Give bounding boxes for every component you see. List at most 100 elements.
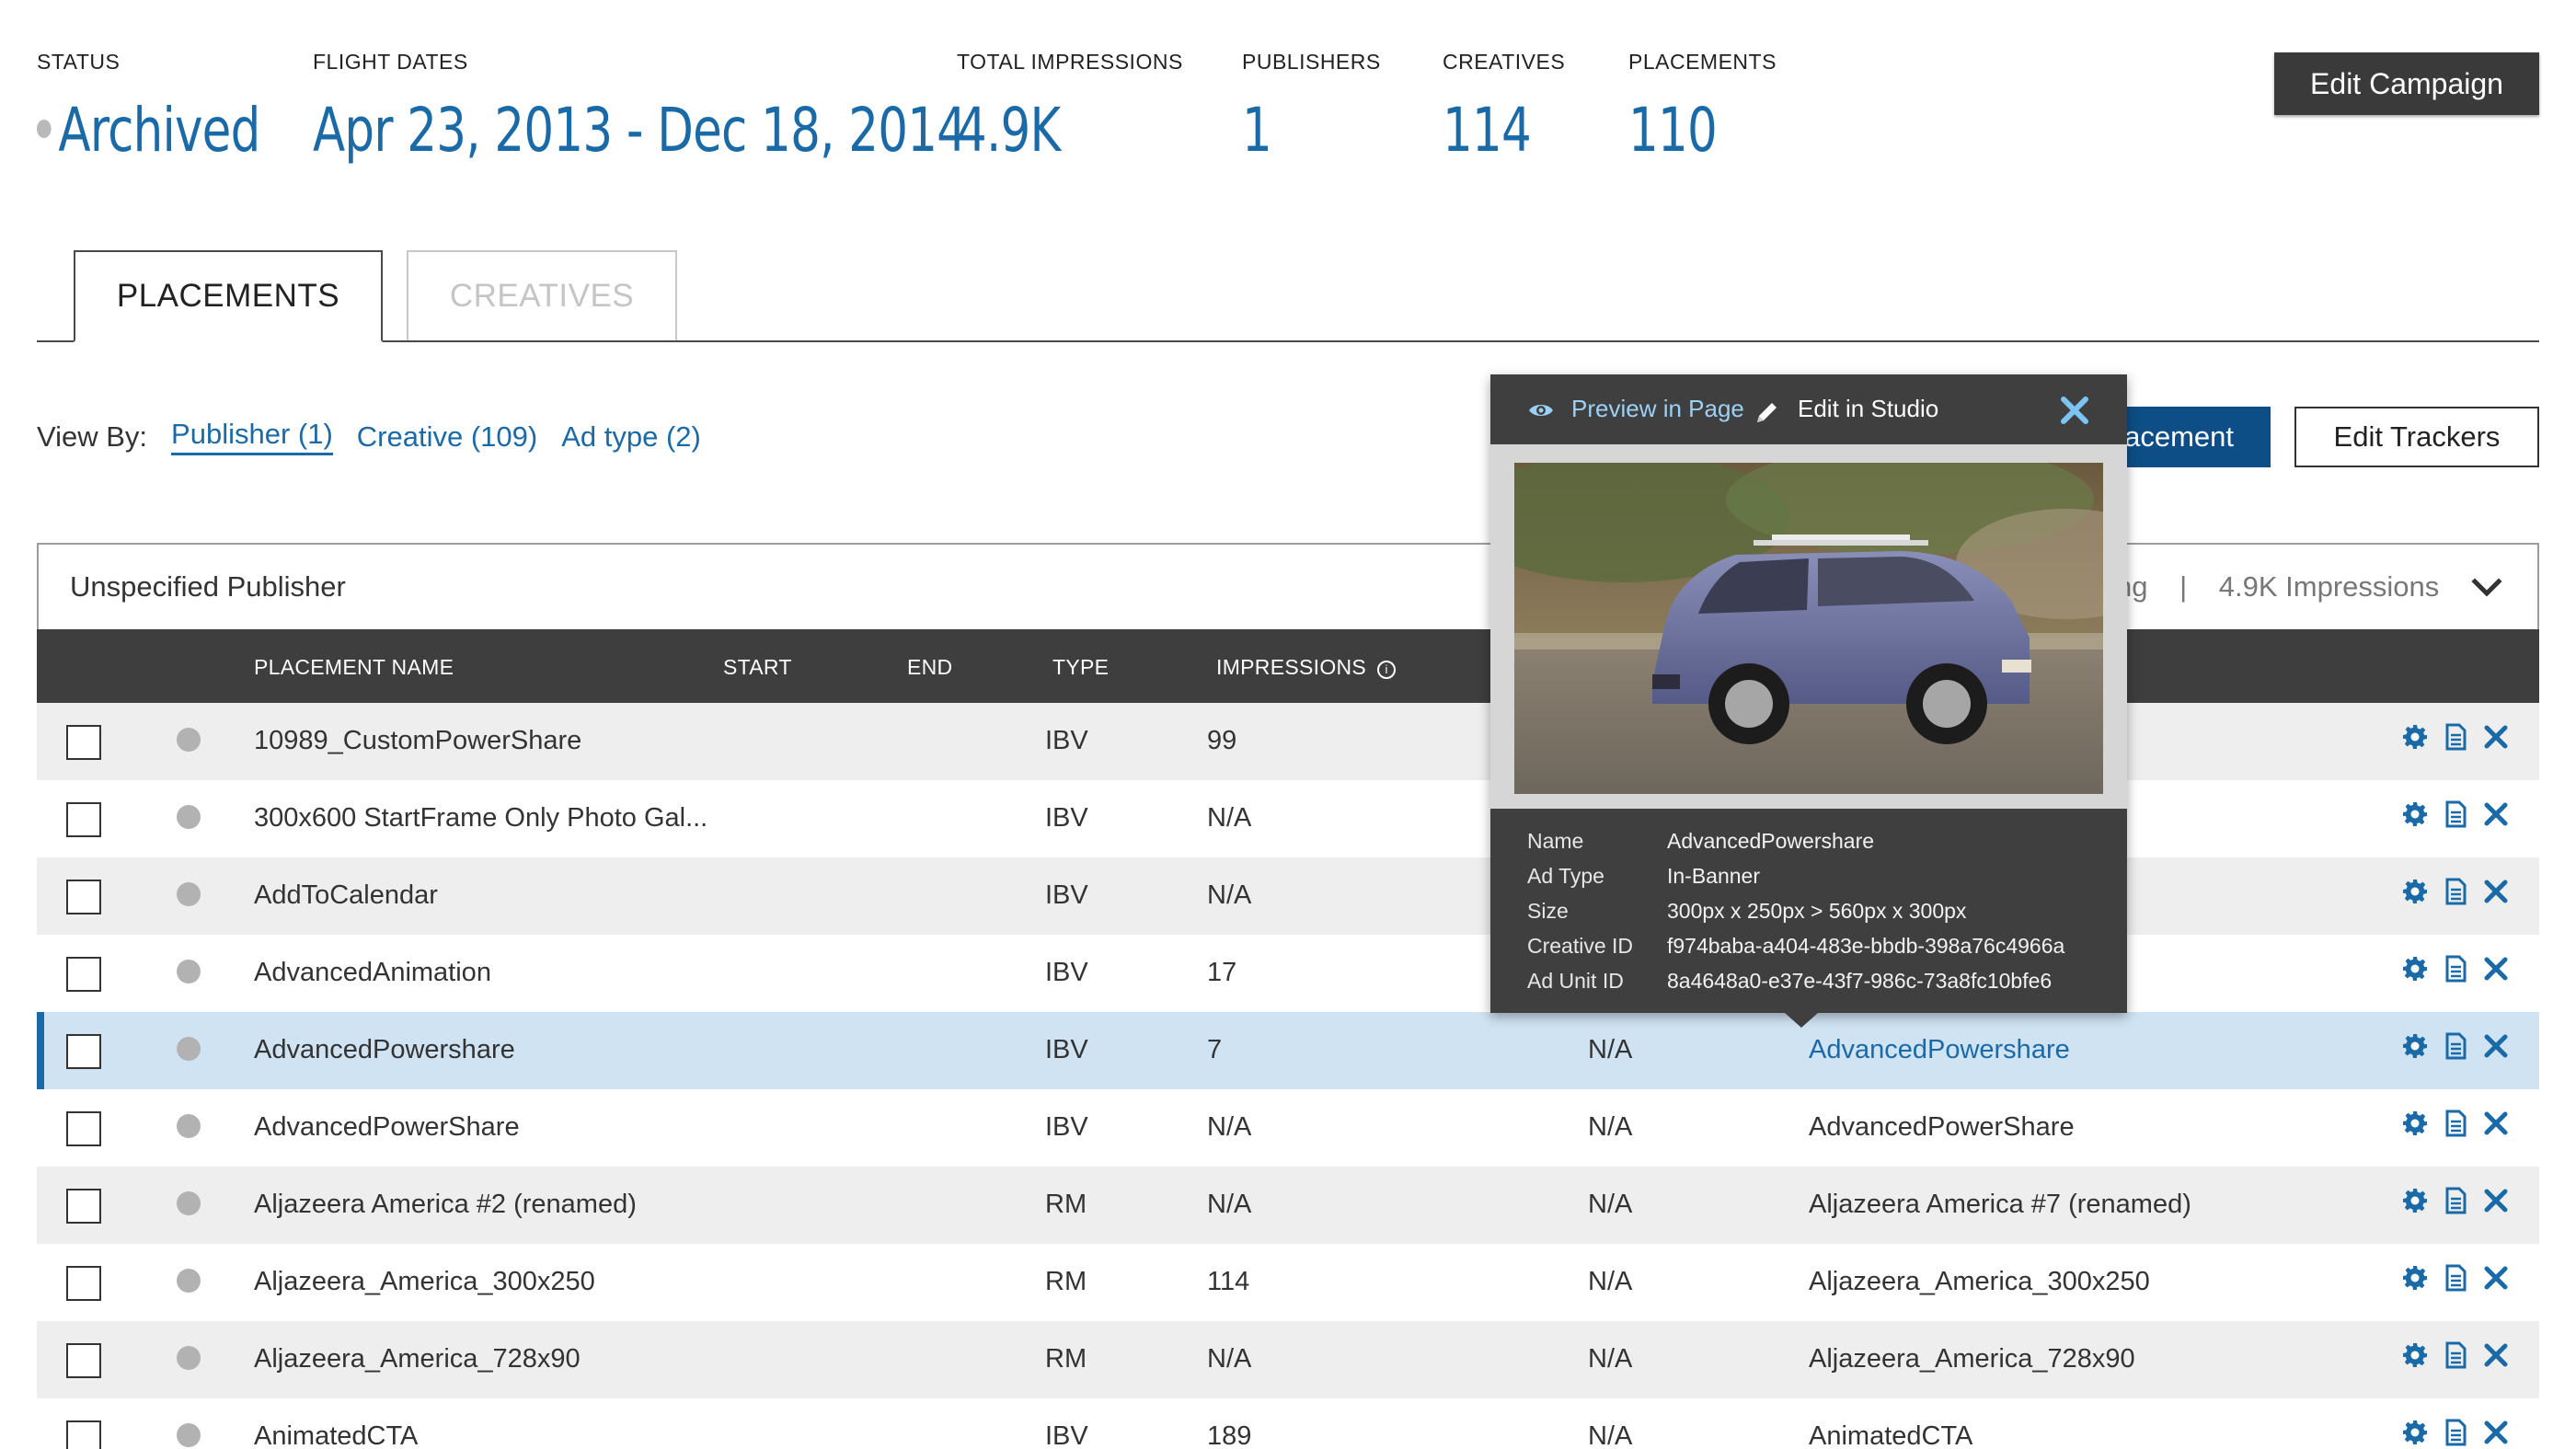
creative-name[interactable]: Aljazeera_America_728x90 (1809, 1344, 2135, 1374)
document-icon[interactable] (2442, 1341, 2469, 1369)
gear-icon[interactable] (2401, 723, 2429, 751)
row-checkbox[interactable] (66, 880, 101, 914)
delete-icon[interactable] (2482, 1264, 2510, 1292)
row-checkbox[interactable] (66, 1420, 101, 1449)
delete-icon[interactable] (2482, 1419, 2510, 1446)
document-icon[interactable] (2442, 1187, 2469, 1214)
creative-thumbnail-frame (1490, 444, 2127, 809)
placement-name[interactable]: AdvancedPowerShare (254, 1112, 520, 1143)
edit-trackers-button[interactable]: Edit Trackers (2294, 407, 2539, 467)
col-impressions[interactable]: IMPRESSIONS i (1216, 655, 1397, 680)
row-checkbox[interactable] (66, 802, 101, 837)
delete-icon[interactable] (2482, 1341, 2510, 1369)
edit-in-studio-link[interactable]: Edit in Studio (1798, 395, 1938, 423)
table-row[interactable]: AdvancedPowerShare IBV N/A N/A AdvancedPower… (37, 1089, 2539, 1167)
placement-impressions: 7 (1207, 1035, 1223, 1064)
creative-name[interactable]: AnimatedCTA (1809, 1421, 1972, 1449)
close-icon[interactable] (2059, 395, 2090, 426)
document-icon[interactable] (2442, 878, 2469, 905)
view-by-creative-link[interactable]: Creative (109) (357, 420, 537, 454)
document-icon[interactable] (2442, 723, 2469, 751)
delete-icon[interactable] (2482, 878, 2510, 905)
gear-icon[interactable] (2401, 1341, 2429, 1369)
publisher-name: Unspecified Publisher (70, 570, 346, 603)
placement-impressions: 189 (1207, 1421, 1252, 1449)
document-icon[interactable] (2442, 1264, 2469, 1292)
placement-name[interactable]: Aljazeera_America_728x90 (254, 1344, 581, 1374)
row-checkbox[interactable] (66, 1111, 101, 1146)
placement-name[interactable]: Aljazeera_America_300x250 (254, 1267, 595, 1297)
view-by-adtype-link[interactable]: Ad type (2) (561, 420, 701, 454)
placements-table-header: PLACEMENT NAME START END TYPE IMPRESSION… (37, 629, 2539, 703)
impressions-value: 4.9K (957, 95, 1061, 166)
creative-name[interactable]: AdvancedPowershare (1809, 1035, 2070, 1065)
col-placement-name[interactable]: PLACEMENT NAME (254, 655, 454, 680)
row-checkbox[interactable] (66, 957, 101, 992)
row-checkbox[interactable] (66, 1189, 101, 1224)
table-row[interactable]: Aljazeera America #2 (renamed) RM N/A N/A Al… (37, 1167, 2539, 1244)
table-row[interactable]: 300x600 StartFrame Only Photo Gal... IBV N… (37, 780, 2539, 857)
edit-campaign-button[interactable]: Edit Campaign (2274, 52, 2539, 115)
creative-thumbnail-image[interactable] (1514, 463, 2103, 794)
stat-publishers: PUBLISHERS 1 (1242, 50, 1381, 166)
delete-icon[interactable] (2482, 800, 2510, 828)
document-icon[interactable] (2442, 955, 2469, 983)
gear-icon[interactable] (2401, 955, 2429, 983)
gear-icon[interactable] (2401, 1110, 2429, 1137)
creative-preview-popover: Preview in Page Edit in Studio Name Adva… (1490, 374, 2127, 1028)
placement-type: RM (1045, 1190, 1087, 1219)
creative-name[interactable]: AdvancedPowerShare (1809, 1112, 2075, 1143)
delete-icon[interactable] (2482, 723, 2510, 751)
delete-icon[interactable] (2482, 1032, 2510, 1060)
document-icon[interactable] (2442, 800, 2469, 828)
placement-name[interactable]: Aljazeera America #2 (renamed) (254, 1190, 637, 1220)
publisher-summary-separator: | (2179, 570, 2188, 603)
tab-creatives[interactable]: CREATIVES (407, 250, 677, 340)
popover-toolbar: Preview in Page Edit in Studio (1490, 374, 2127, 444)
table-row[interactable]: AnimatedCTA IBV 189 N/A AnimatedCTA (37, 1398, 2539, 1449)
gear-icon[interactable] (2401, 1264, 2429, 1292)
gear-icon[interactable] (2401, 1187, 2429, 1214)
gear-icon[interactable] (2401, 1419, 2429, 1446)
table-row[interactable]: AdvancedAnimation IBV 17 (37, 935, 2539, 1012)
table-row[interactable]: AddToCalendar IBV N/A (37, 857, 2539, 935)
chevron-down-icon[interactable] (2471, 572, 2502, 604)
delete-icon[interactable] (2482, 955, 2510, 983)
row-checkbox[interactable] (66, 1034, 101, 1069)
table-row[interactable]: Aljazeera_America_300x250 RM 114 N/A Aljazee… (37, 1244, 2539, 1321)
document-icon[interactable] (2442, 1419, 2469, 1446)
col-start[interactable]: START (723, 655, 792, 680)
creative-name[interactable]: Aljazeera America #7 (renamed) (1809, 1190, 2191, 1220)
placement-name[interactable]: 300x600 StartFrame Only Photo Gal... (254, 803, 707, 834)
placement-name[interactable]: AddToCalendar (254, 880, 438, 911)
gear-icon[interactable] (2401, 800, 2429, 828)
placement-name[interactable]: AnimatedCTA (254, 1421, 418, 1449)
placement-name[interactable]: AdvancedAnimation (254, 958, 491, 988)
delete-icon[interactable] (2482, 1110, 2510, 1137)
preview-in-page-link[interactable]: Preview in Page (1571, 395, 1744, 423)
gear-icon[interactable] (2401, 1032, 2429, 1060)
placement-name[interactable]: AdvancedPowershare (254, 1035, 515, 1065)
col-type[interactable]: TYPE (1052, 655, 1109, 680)
placement-name[interactable]: 10989_CustomPowerShare (254, 726, 581, 756)
table-row[interactable]: 10989_CustomPowerShare IBV 99 (37, 703, 2539, 780)
info-icon[interactable]: i (1377, 661, 1397, 679)
delete-icon[interactable] (2482, 1187, 2510, 1214)
placement-type: IBV (1045, 958, 1088, 987)
row-checkbox[interactable] (66, 1343, 101, 1378)
creative-name[interactable]: Aljazeera_America_300x250 (1809, 1267, 2150, 1297)
table-row[interactable]: Aljazeera_America_728x90 RM N/A N/A Aljazeer… (37, 1321, 2539, 1398)
detail-row: Size 300px x 250px > 560px x 300px (1527, 893, 2064, 928)
col-end[interactable]: END (907, 655, 952, 680)
document-icon[interactable] (2442, 1110, 2469, 1137)
view-by-publisher-link[interactable]: Publisher (1) (171, 418, 333, 455)
gear-icon[interactable] (2401, 878, 2429, 905)
row-actions (2401, 1341, 2510, 1369)
publisher-group-header[interactable]: Unspecified Publisher ng | 4.9K Impressi… (37, 543, 2539, 629)
row-checkbox[interactable] (66, 1266, 101, 1301)
row-checkbox[interactable] (66, 725, 101, 760)
document-icon[interactable] (2442, 1032, 2469, 1060)
table-row[interactable]: AdvancedPowershare IBV 7 N/A AdvancedPowersh… (37, 1012, 2539, 1089)
tab-placements[interactable]: PLACEMENTS (74, 250, 383, 342)
flight-dates-value: Apr 23, 2013 - Dec 18, 2014 (313, 95, 967, 166)
